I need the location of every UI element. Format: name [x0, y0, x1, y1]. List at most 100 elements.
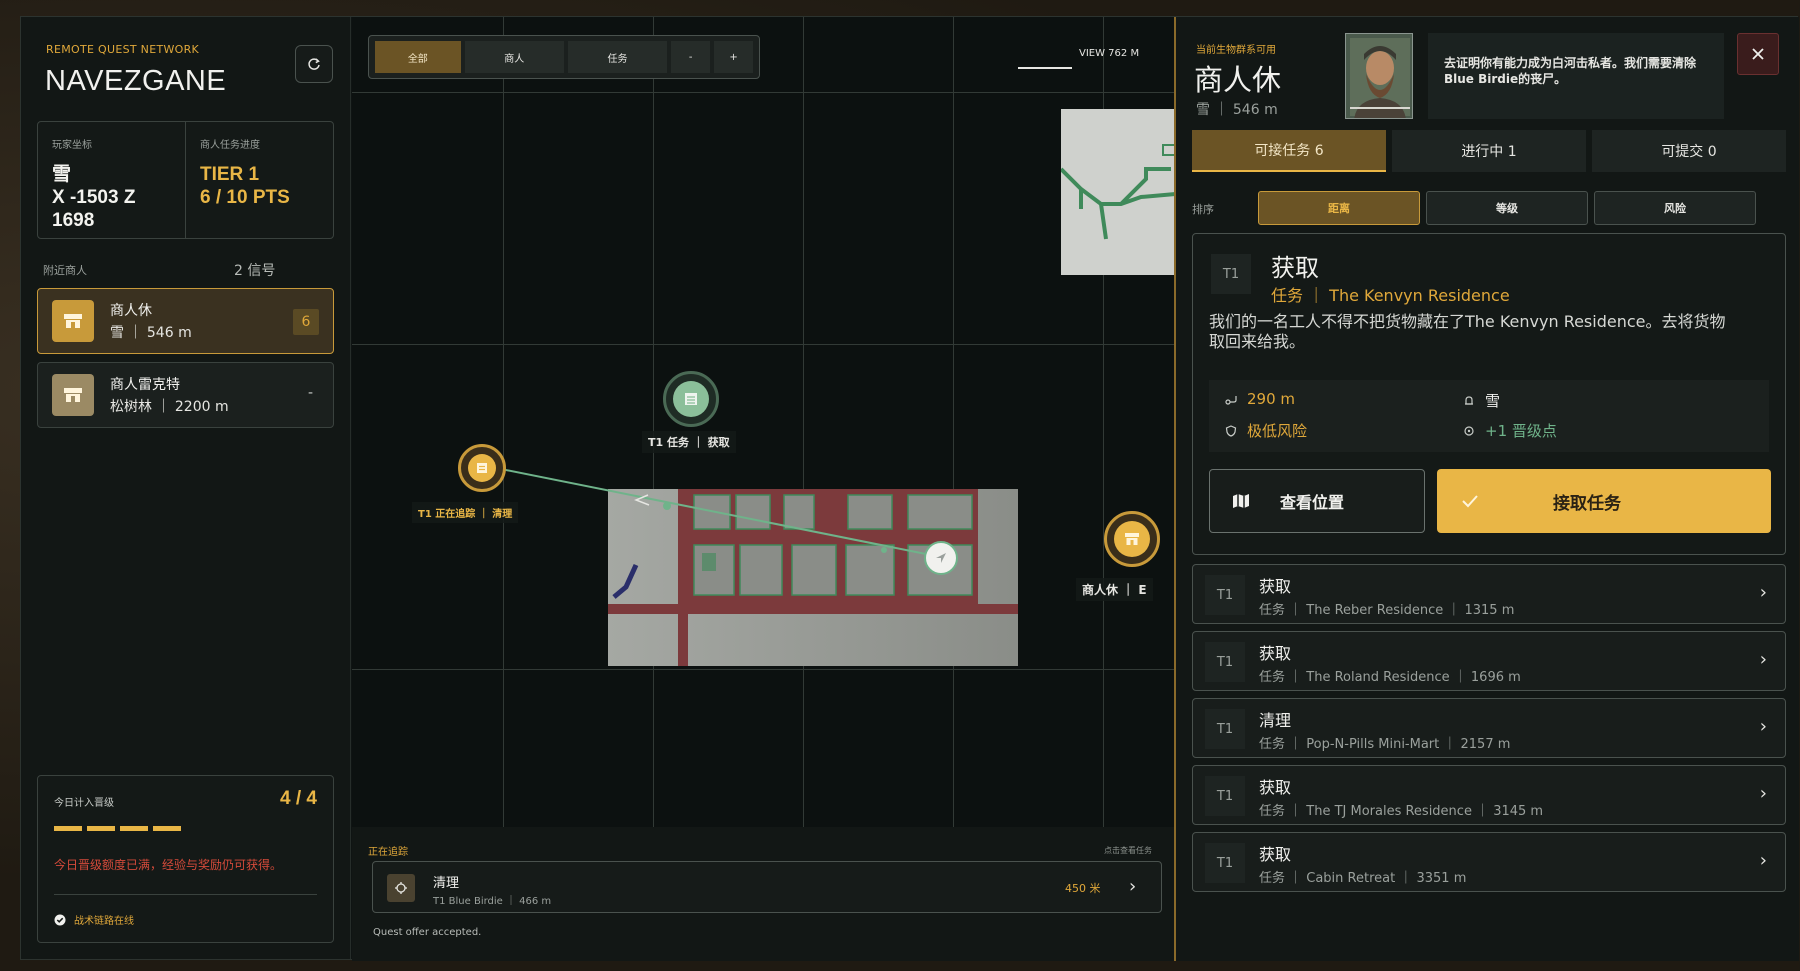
tab-available[interactable]: 可接任务 6	[1192, 130, 1386, 172]
quest-count-badge: 6	[293, 309, 319, 335]
chevron-right-icon: ›	[1759, 850, 1767, 871]
target-icon	[387, 874, 415, 902]
sort-level-button[interactable]: 等级	[1426, 191, 1588, 225]
quest-meta: 290 m 雪 极低风险 +1 晋级点	[1209, 380, 1769, 452]
tab-in-progress[interactable]: 进行中 1	[1392, 130, 1586, 172]
scale-bar	[1018, 67, 1072, 69]
zoom-in-button[interactable]: +	[714, 41, 754, 73]
trader-item-rekt[interactable]: 商人雷克特 松树林 ｜ 2200 m -	[37, 362, 334, 428]
quest-list-item[interactable]: T1 获取 任务 ｜ Cabin Retreat ｜ 3351 m ›	[1192, 832, 1786, 892]
trader-name: 商人雷克特	[110, 377, 180, 393]
quest-subtitle: 任务 ｜ The Reber Residence ｜ 1315 m	[1259, 603, 1515, 618]
biome-availability-label: 当前生物群系可用	[1196, 45, 1276, 56]
sort-options: 距离 等级 风险	[1258, 191, 1756, 225]
refresh-icon	[308, 58, 320, 70]
daily-progress-card: 今日计入晋级 4 / 4 今日晋级额度已满，经验与奖励仍可获得。 战术链路在线	[37, 775, 334, 943]
progress-points: 6 / 10 PTS	[200, 187, 290, 208]
meta-risk: 极低风险	[1225, 420, 1307, 441]
tier-badge: T1	[1205, 776, 1245, 816]
trader-portrait	[1345, 33, 1413, 119]
quest-count-badge: -	[307, 385, 313, 401]
quest-location: 任务 ｜ The Kenvyn Residence	[1271, 286, 1510, 305]
filter-all-button[interactable]: 全部	[375, 41, 461, 73]
reward-value: +1 晋级点	[1485, 422, 1557, 440]
player-stats: 玩家坐标 雪 X -1503 Z 1698 商人任务进度 TIER 1 6 / …	[37, 121, 334, 239]
link-status-text: 战术链路在线	[74, 916, 134, 927]
quest-list-item[interactable]: T1 获取 任务 ｜ The Roland Residence ｜ 1696 m…	[1192, 631, 1786, 691]
task-icon	[685, 393, 697, 405]
shop-icon	[1125, 533, 1139, 545]
map-filter-bar: 全部 商人 任务 - +	[368, 35, 760, 79]
trader-poi-marker[interactable]	[1104, 511, 1160, 567]
left-panel: REMOTE QUEST NETWORK NAVEZGANE 玩家坐标 雪 X …	[21, 17, 351, 959]
view-location-button[interactable]: 查看位置	[1209, 469, 1425, 533]
meta-biome: 雪	[1463, 390, 1500, 411]
check-circle-icon	[54, 914, 66, 925]
task-icon	[477, 463, 487, 473]
coords-value: 雪 X -1503 Z 1698	[52, 164, 136, 231]
quest-subtitle: 任务 ｜ The Roland Residence ｜ 1696 m	[1259, 670, 1521, 685]
checkmark-icon	[1462, 495, 1478, 508]
tracking-area: 正在追踪 点击查看任务 清理 T1 Blue Birdie ｜ 466 m 45…	[352, 827, 1174, 961]
progress-segment	[87, 826, 115, 831]
chevron-right-icon: ›	[1759, 716, 1767, 737]
tracking-poi-label: T1 正在追踪 ｜ 清理	[412, 502, 519, 523]
trader-poi-label: 商人休 ｜ E	[1076, 578, 1153, 601]
trader-panel: 当前生物群系可用 商人休 雪 ｜ 546 m 去证明你有能力成为白河击私者。我们…	[1174, 17, 1799, 961]
daily-limit-message: 今日晋级额度已满，经验与奖励仍可获得。	[54, 858, 283, 872]
accept-quest-button[interactable]: 接取任务	[1437, 469, 1771, 533]
status-message: Quest offer accepted.	[373, 927, 482, 938]
quest-list-item[interactable]: T1 获取 任务 ｜ The Reber Residence ｜ 1315 m …	[1192, 564, 1786, 624]
task-poi-marker[interactable]	[663, 371, 719, 427]
trader-name: 商人休	[110, 303, 152, 319]
tracking-card[interactable]: 清理 T1 Blue Birdie ｜ 466 m 450 米 ›	[372, 861, 1162, 913]
sort-distance-button[interactable]: 距离	[1258, 191, 1420, 225]
shield-icon	[1225, 424, 1237, 437]
quest-list-item[interactable]: T1 获取 任务 ｜ The TJ Morales Residence ｜ 31…	[1192, 765, 1786, 825]
nearby-signal-count: 2 信号	[234, 263, 276, 279]
chevron-right-icon: ›	[1759, 582, 1767, 603]
trader-item-hugh[interactable]: 商人休 雪 ｜ 546 m 6	[37, 288, 334, 354]
quest-subtitle: 任务 ｜ The TJ Morales Residence ｜ 3145 m	[1259, 804, 1544, 819]
quest-list-item[interactable]: T1 清理 任务 ｜ Pop-N-Pills Mini-Mart ｜ 2157 …	[1192, 698, 1786, 758]
refresh-button[interactable]	[295, 45, 333, 83]
trader-location: 雪 ｜ 546 m	[110, 325, 192, 341]
view-location-label: 查看位置	[1280, 493, 1345, 512]
selected-quest-detail: T1 获取 任务 ｜ The Kenvyn Residence 我们的一名工人不…	[1192, 233, 1786, 555]
route-line	[485, 465, 942, 558]
tier-badge: T1	[1205, 642, 1245, 682]
quest-title: 获取	[1259, 845, 1292, 864]
tracking-hint: 点击查看任务	[1104, 846, 1152, 855]
world-map[interactable]: T1 任务 ｜ 获取 T1 正在追踪 ｜ 清理 商人休 ｜ E 全部 商人 任务…	[352, 17, 1174, 827]
tracking-label: 正在追踪	[368, 847, 408, 858]
progress-segment	[120, 826, 148, 831]
quest-subtitle: 任务 ｜ Cabin Retreat ｜ 3351 m	[1259, 871, 1467, 886]
target-icon	[1464, 425, 1474, 436]
tier-badge: T1	[1211, 254, 1251, 294]
daily-label: 今日计入晋级	[54, 798, 114, 809]
quest-title: 获取	[1271, 254, 1319, 282]
meta-distance: 290 m	[1225, 390, 1295, 408]
network-label: REMOTE QUEST NETWORK	[46, 43, 200, 56]
tracking-poi-marker[interactable]	[458, 444, 506, 492]
navigation-arrow-icon	[936, 553, 946, 563]
quest-description: 我们的一名工人不得不把货物藏在了The Kenvyn Residence。去将货…	[1209, 312, 1726, 351]
progress-segment	[54, 826, 82, 831]
sort-risk-button[interactable]: 风险	[1594, 191, 1756, 225]
filter-quests-button[interactable]: 任务	[567, 41, 668, 73]
map-icon	[1233, 494, 1249, 508]
zoom-out-button[interactable]: -	[671, 41, 711, 73]
quest-title: 获取	[1259, 778, 1292, 797]
trader-location: 松树林 ｜ 2200 m	[110, 399, 229, 415]
nearby-traders-label: 附近商人	[43, 264, 87, 277]
filter-traders-button[interactable]: 商人	[464, 41, 564, 73]
tab-submittable[interactable]: 可提交 0	[1592, 130, 1786, 172]
progress-tier: TIER 1	[200, 164, 260, 185]
quest-tabs: 可接任务 6 进行中 1 可提交 0	[1192, 130, 1786, 172]
tier-badge: T1	[1205, 709, 1245, 749]
progress-label: 商人任务进度	[200, 140, 260, 151]
accept-quest-label: 接取任务	[1553, 493, 1621, 514]
close-button[interactable]	[1737, 33, 1779, 75]
trader-name-heading: 商人休	[1194, 63, 1282, 97]
task-poi-label: T1 任务 ｜ 获取	[642, 431, 736, 453]
